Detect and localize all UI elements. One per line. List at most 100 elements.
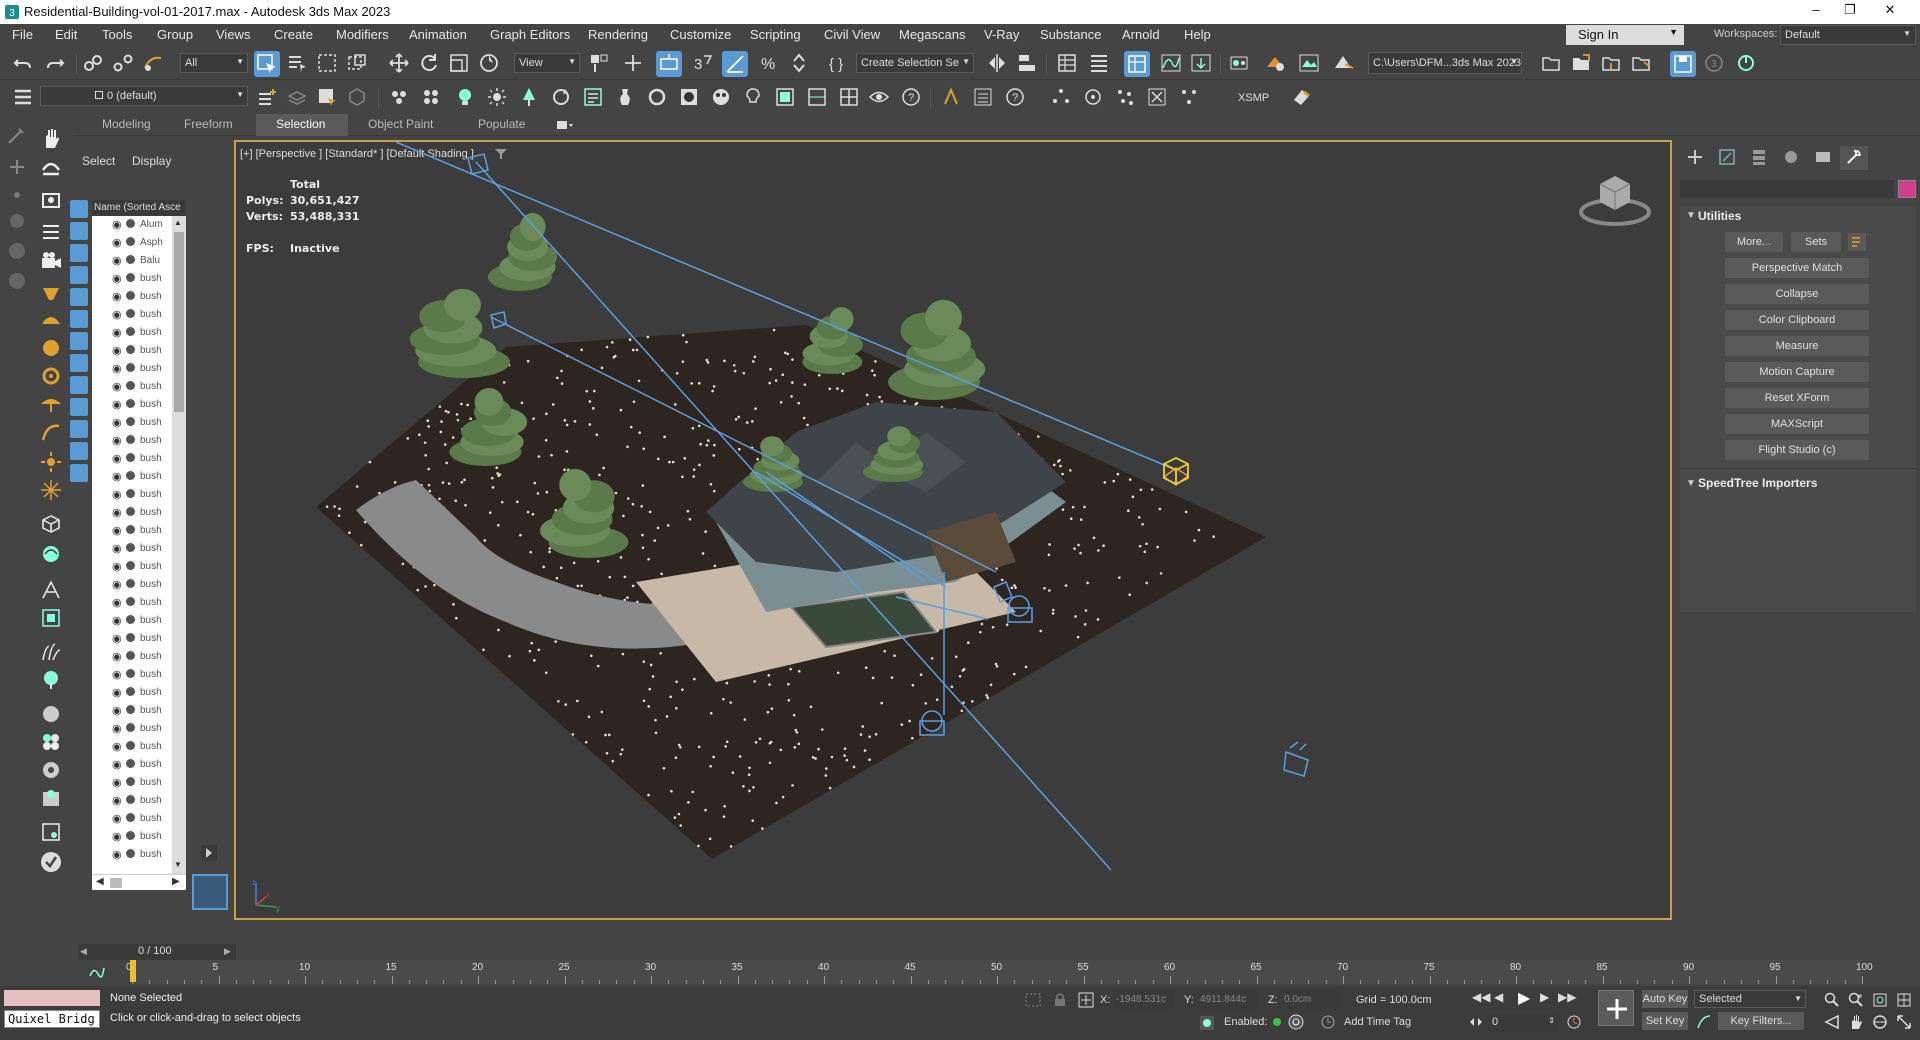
group-filter-icon[interactable] [70,332,88,350]
rendered-frame-window-icon[interactable] [1298,52,1320,74]
visibility-eye-icon[interactable]: ◉ [112,848,122,861]
xref-filter-icon[interactable] [70,354,88,372]
ref-coord-dropdown[interactable]: View ▼ [514,53,580,73]
export-icon[interactable] [1630,52,1652,74]
freeze-dot-icon[interactable] [126,849,135,858]
menu-file[interactable]: File [12,27,33,42]
add-tool-icon[interactable] [6,156,28,178]
explorer-row[interactable]: ◉ Asph [92,234,172,252]
menu-scripting[interactable]: Scripting [750,27,801,42]
auto-key-button[interactable]: Auto Key [1642,990,1688,1008]
manipulate-icon[interactable] [622,52,644,74]
expand-arrow-icon[interactable] [200,844,218,862]
camera-view-icon[interactable] [39,188,63,212]
render-teapot-icon[interactable] [678,86,700,108]
freeze-dot-icon[interactable] [126,345,135,354]
absolute-mode-icon[interactable] [1078,992,1094,1008]
explorer-row[interactable]: ◉ bush [92,324,172,342]
zoom-icon[interactable] [1824,992,1840,1008]
explorer-row[interactable]: ◉ bush [92,666,172,684]
layer-dropdown[interactable]: 0 (default) ▼ [40,86,248,106]
record-toggle-icon[interactable] [1288,1014,1304,1030]
object-name-field[interactable] [1680,180,1894,198]
explorer-row[interactable]: ◉ bush [92,648,172,666]
menu-megascans[interactable]: Megascans [899,27,965,42]
explorer-row[interactable]: ◉ bush [92,756,172,774]
scroll-down-icon[interactable]: ▼ [174,860,184,870]
freeze-dot-icon[interactable] [126,525,135,534]
explorer-row[interactable]: ◉ bush [92,522,172,540]
selection-set-dropdown[interactable]: Create Selection Se ▼ [856,53,974,73]
motion-capture-button[interactable]: Motion Capture [1725,362,1869,382]
visibility-eye-icon[interactable]: ◉ [112,704,122,717]
circle-tool-3-icon[interactable] [6,270,28,292]
frozen-filter-icon[interactable] [70,420,88,438]
list-icon[interactable] [582,86,604,108]
explorer-row[interactable]: ◉ bush [92,558,172,576]
visibility-eye-icon[interactable]: ◉ [112,524,122,537]
key-filters-button[interactable]: Key Filters... [1718,1012,1804,1030]
wrench-icon[interactable] [1845,148,1863,166]
freeze-dot-icon[interactable] [126,489,135,498]
explorer-row[interactable]: ◉ bush [92,576,172,594]
visibility-eye-icon[interactable]: ◉ [112,488,122,501]
video-camera-icon[interactable] [39,250,63,274]
freeze-dot-icon[interactable] [126,543,135,552]
hscroll-thumb[interactable] [110,878,122,888]
sky-light-icon[interactable] [39,478,63,502]
menu-views[interactable]: Views [216,27,250,42]
explorer-row[interactable]: ◉ bush [92,810,172,828]
unlink-icon[interactable] [112,52,134,74]
save-button[interactable] [1670,51,1696,77]
layer-stack-icon[interactable] [286,86,308,108]
sets-button[interactable]: Sets [1791,232,1841,252]
material-sphere-icon[interactable] [39,702,63,726]
restore-button[interactable]: ❐ [1840,2,1860,20]
freeze-dot-icon[interactable] [126,651,135,660]
vase-icon[interactable] [614,86,636,108]
container-filter-icon[interactable] [70,398,88,416]
visibility-eye-icon[interactable]: ◉ [112,830,122,843]
window-crossing-icon[interactable] [346,52,368,74]
next-frame-icon[interactable]: ▶ [1540,990,1549,1004]
freeze-dot-icon[interactable] [126,813,135,822]
explorer-vscrollbar[interactable]: ▲ ▼ [172,216,186,874]
freeze-dot-icon[interactable] [126,633,135,642]
shape-filter-icon[interactable] [70,222,88,240]
visibility-eye-icon[interactable]: ◉ [112,776,122,789]
freeze-dot-icon[interactable] [126,831,135,840]
freeze-dot-icon[interactable] [126,417,135,426]
visibility-eye-icon[interactable]: ◉ [112,758,122,771]
viewcube[interactable] [1578,168,1652,228]
schematic-view-icon[interactable] [1190,52,1212,74]
menu-customize[interactable]: Customize [670,27,731,42]
time-slider[interactable]: ◀ 0 / 100 ▶ [78,944,236,960]
scale-icon[interactable] [448,52,470,74]
cycle-icon[interactable] [646,86,668,108]
visibility-eye-icon[interactable]: ◉ [112,470,122,483]
menu-tools[interactable]: Tools [102,27,132,42]
orbit-subobject-icon[interactable] [1872,1014,1888,1030]
freeze-dot-icon[interactable] [126,435,135,444]
all-filter-icon[interactable] [70,464,88,482]
explorer-row[interactable]: ◉ bush [92,720,172,738]
omni-light-icon[interactable] [39,336,63,360]
object-color-swatch[interactable] [1898,180,1916,198]
safe-frame-icon[interactable] [806,86,828,108]
mini-curve-icon[interactable] [88,964,106,980]
visibility-eye-icon[interactable]: ◉ [112,290,122,303]
isolate-icon[interactable] [1024,992,1042,1008]
key-mode-icon[interactable] [1468,1014,1484,1030]
explorer-row[interactable]: ◉ bush [92,432,172,450]
visibility-eye-icon[interactable]: ◉ [112,308,122,321]
material-box-icon[interactable] [39,786,63,810]
explorer-row[interactable]: ◉ bush [92,468,172,486]
x-close-grid-icon[interactable] [1146,86,1168,108]
open-folder-icon[interactable] [1570,52,1592,74]
brush-icon[interactable] [6,124,28,146]
tree-icon[interactable] [518,86,540,108]
snaps-toggle-icon[interactable]: 3 [692,52,714,74]
reset-xform-button[interactable]: Reset XForm [1725,388,1869,408]
z-coord-field[interactable]: 0.0cm [1282,991,1340,1009]
distribute-icon[interactable] [1050,86,1072,108]
